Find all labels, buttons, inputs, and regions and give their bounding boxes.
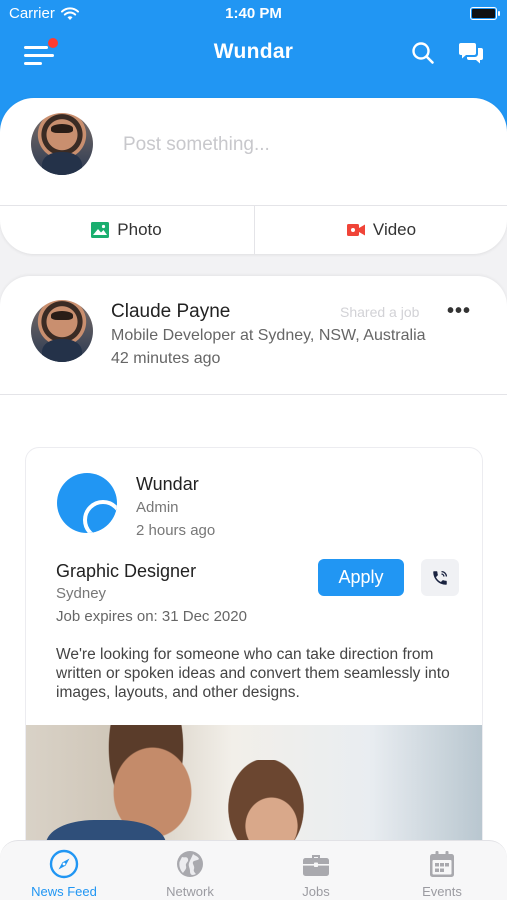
navigation-bar: Wundar [0,28,507,78]
photo-button[interactable]: Photo [0,206,253,254]
job-description: We're looking for someone who can take d… [56,646,450,701]
divider [0,394,507,395]
globe-icon [177,851,203,877]
phone-icon [433,570,448,585]
tab-events[interactable]: Events [379,841,505,900]
video-button[interactable]: Video [255,206,507,254]
tab-label: Network [166,884,214,899]
tab-label: Jobs [302,884,330,899]
post-timestamp: 42 minutes ago [111,350,221,367]
clock: 1:40 PM [225,5,282,22]
status-bar: Carrier 1:40 PM [0,0,507,28]
video-camera-icon [346,224,365,236]
apply-button[interactable]: Apply [318,559,404,596]
tab-label: News Feed [31,884,97,899]
post-input[interactable]: Post something... [123,134,270,156]
tab-network[interactable]: Network [127,841,253,900]
tab-bar: News Feed Network Jobs Events [0,840,507,900]
photo-label: Photo [117,220,162,239]
author-name[interactable]: Claude Payne [111,301,230,323]
author-avatar[interactable] [31,300,93,362]
user-avatar[interactable] [31,113,93,175]
post-composer: Post something... Photo Video [0,98,507,254]
chat-icon[interactable] [458,40,484,66]
company-name[interactable]: Wundar [136,474,199,495]
company-logo [57,473,117,533]
briefcase-icon [303,855,329,876]
job-posted-time: 2 hours ago [136,522,216,539]
calendar-icon [430,851,454,877]
call-button[interactable] [421,559,459,596]
video-label: Video [372,220,417,239]
compass-icon [49,849,79,879]
shared-tag: Shared a job [340,304,420,320]
job-title[interactable]: Graphic Designer [56,561,196,582]
poster-role: Admin [136,499,179,516]
job-location: Sydney [56,585,107,602]
search-icon[interactable] [410,40,436,66]
battery-icon [470,7,500,20]
tab-news-feed[interactable]: News Feed [1,841,127,900]
image-icon [91,222,110,238]
more-options-icon[interactable]: ••• [447,300,471,323]
tab-label: Events [422,884,462,899]
job-expiry: Job expires on: 31 Dec 2020 [56,608,247,625]
job-card[interactable]: Wundar Admin 2 hours ago Graphic Designe… [25,447,483,867]
author-role: Mobile Developer at Sydney, NSW, Austral… [111,327,426,344]
tab-jobs[interactable]: Jobs [253,841,379,900]
